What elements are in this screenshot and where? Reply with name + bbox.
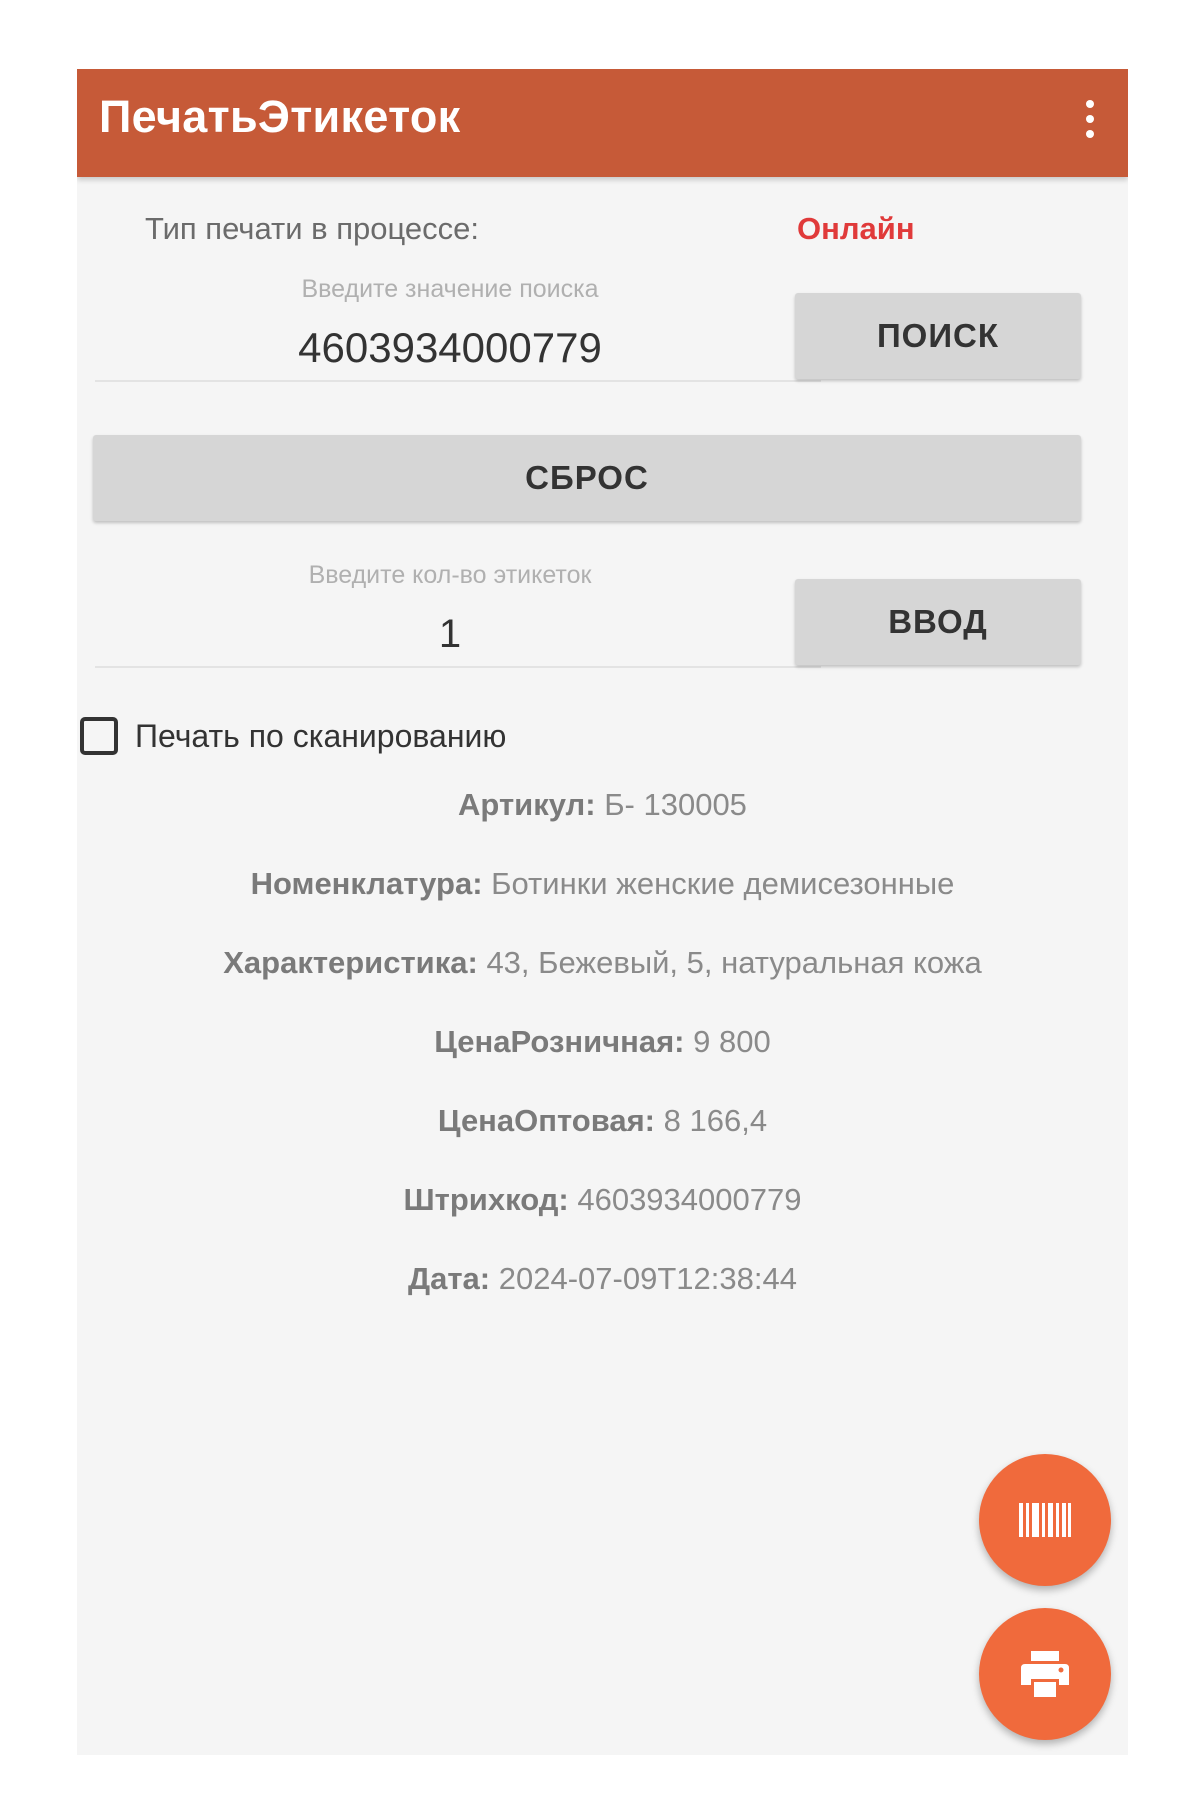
app-bar: ПечатьЭтикеток xyxy=(77,69,1128,177)
detail-retail-price: ЦенаРозничная: 9 800 xyxy=(77,1024,1128,1060)
detail-key: Номенклатура: xyxy=(250,866,483,901)
quantity-field-underline xyxy=(95,666,821,668)
print-type-label: Тип печати в процессе: xyxy=(145,211,479,246)
detail-value: Б- 130005 xyxy=(604,787,747,822)
detail-value: 4603934000779 xyxy=(577,1182,802,1217)
search-field-hint: Введите значение поиска xyxy=(301,275,599,303)
print-type-status: Онлайн xyxy=(797,211,915,246)
search-input[interactable] xyxy=(165,318,735,378)
scan-print-label: Печать по сканированию xyxy=(135,717,507,754)
detail-value: 9 800 xyxy=(693,1024,771,1059)
scan-print-checkbox[interactable] xyxy=(80,717,118,755)
quantity-field-hint: Введите кол-во этикеток xyxy=(308,561,592,589)
detail-value: 2024-07-09T12:38:44 xyxy=(498,1261,797,1296)
detail-wholesale-price: ЦенаОптовая: 8 166,4 xyxy=(77,1103,1128,1139)
enter-button[interactable]: ВВОД xyxy=(795,579,1081,665)
detail-characteristic: Характеристика: 43, Бежевый, 5, натураль… xyxy=(77,945,1128,981)
search-field-underline xyxy=(95,380,821,382)
detail-key: Артикул: xyxy=(458,787,596,822)
detail-value: 8 166,4 xyxy=(663,1103,768,1138)
detail-key: ЦенаРозничная: xyxy=(434,1024,685,1059)
print-fab[interactable] xyxy=(979,1608,1111,1740)
barcode-icon xyxy=(1019,1503,1071,1537)
detail-date: Дата: 2024-07-09T12:38:44 xyxy=(77,1261,1128,1297)
more-vert-icon[interactable] xyxy=(1078,89,1102,149)
detail-key: ЦенаОптовая: xyxy=(437,1103,655,1138)
print-icon xyxy=(1021,1651,1069,1697)
search-button[interactable]: ПОИСК xyxy=(795,293,1081,379)
app-title: ПечатьЭтикеток xyxy=(99,91,461,142)
detail-value: 43, Бежевый, 5, натуральная кожа xyxy=(486,945,982,980)
reset-button[interactable]: СБРОС xyxy=(93,435,1081,521)
scan-print-checkbox-row[interactable]: Печать по сканированию xyxy=(80,717,506,755)
detail-nomenclature: Номенклатура: Ботинки женские демисезонн… xyxy=(77,866,1128,902)
detail-key: Дата: xyxy=(408,1261,491,1296)
detail-key: Штрихкод: xyxy=(403,1182,569,1217)
quantity-input[interactable] xyxy=(165,604,735,664)
detail-value: Ботинки женские демисезонные xyxy=(491,866,955,901)
scan-fab[interactable] xyxy=(979,1454,1111,1586)
detail-barcode: Штрихкод: 4603934000779 xyxy=(77,1182,1128,1218)
detail-article: Артикул: Б- 130005 xyxy=(77,787,1128,823)
app-screen: ПечатьЭтикеток Тип печати в процессе: Он… xyxy=(77,69,1128,1755)
detail-key: Характеристика: xyxy=(223,945,478,980)
